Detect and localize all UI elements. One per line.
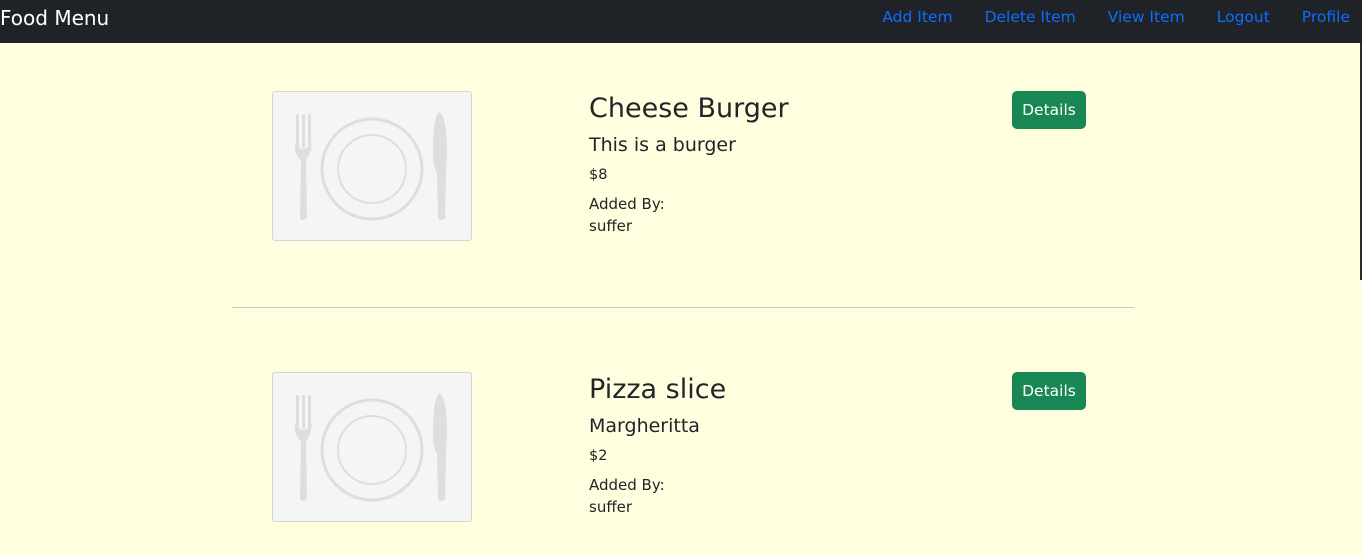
food-item-description: This is a burger [589,134,736,156]
navbar: Food Menu Add Item Delete Item View Item… [0,0,1362,43]
details-button[interactable]: Details [1012,372,1086,410]
food-image-placeholder [272,91,472,241]
navbar-brand[interactable]: Food Menu [0,6,109,30]
details-button[interactable]: Details [1012,91,1086,129]
nav-link-profile[interactable]: Profile [1302,8,1350,26]
food-item-title: Cheese Burger [589,93,789,124]
food-item-price: $2 [589,448,608,464]
added-by-user: suffer [589,498,633,516]
added-by-user: suffer [589,217,633,235]
added-by-label: Added By: [589,195,665,213]
food-item-card: Pizza slice Margheritta $2 Added By: suf… [232,324,1134,556]
food-item-description: Margheritta [589,415,700,437]
item-divider [232,307,1134,308]
food-image-placeholder [272,372,472,522]
plate-fork-knife-icon [295,393,447,502]
nav-link-delete-item[interactable]: Delete Item [985,8,1076,26]
food-item-title: Pizza slice [589,374,727,405]
food-item-price: $8 [589,167,608,183]
food-item-card: Cheese Burger This is a burger $8 Added … [232,43,1134,283]
nav-link-add-item[interactable]: Add Item [882,8,952,26]
nav-link-view-item[interactable]: View Item [1108,8,1185,26]
added-by-label: Added By: [589,476,665,494]
nav-link-logout[interactable]: Logout [1217,8,1270,26]
nav-links: Add Item Delete Item View Item Logout Pr… [882,8,1350,26]
plate-fork-knife-icon [295,112,447,221]
